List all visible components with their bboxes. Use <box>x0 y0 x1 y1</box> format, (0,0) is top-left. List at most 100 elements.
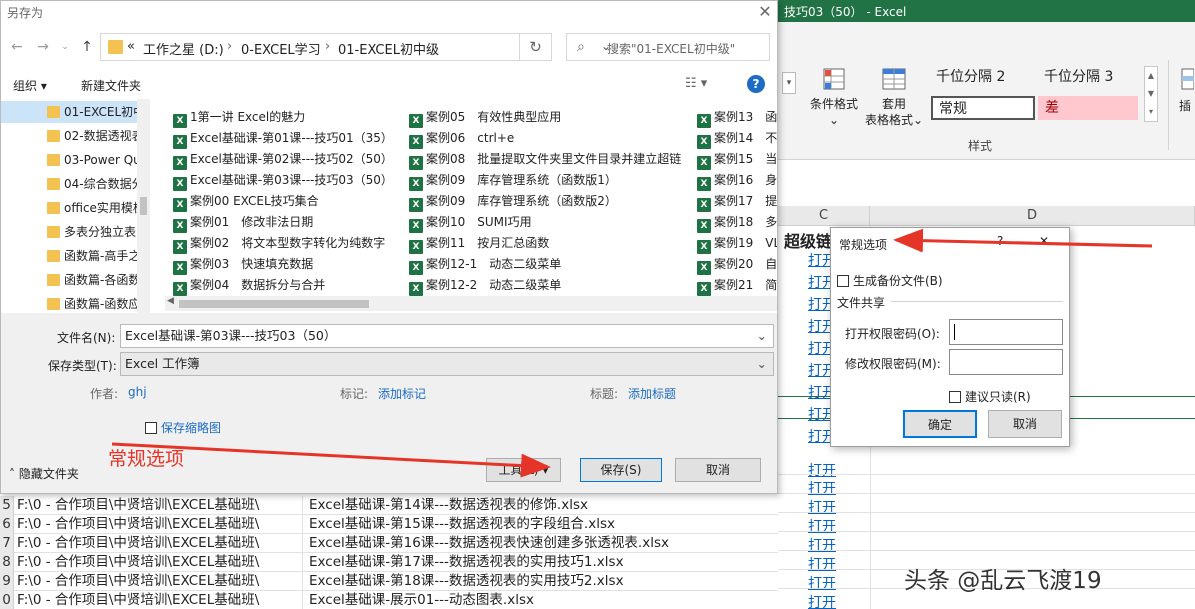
open-link[interactable]: 打开 <box>808 497 838 517</box>
list-item[interactable]: X 案例08 批量提取文件夹里文件目录并建立超链 <box>409 149 681 170</box>
list-item[interactable]: X案例21 简易 <box>697 275 777 296</box>
path-cell[interactable]: F:\0 - 合作项目\中贤培训\EXCEL基础班\ <box>17 553 303 572</box>
row-number[interactable]: 9 <box>0 572 14 591</box>
file-cell[interactable]: Excel基础课-展示01---动态图表.xlsx <box>309 591 779 609</box>
breadcrumb-prefix[interactable]: « <box>127 39 135 54</box>
list-item[interactable]: X 案例09 库存管理系统（函数版2） <box>409 191 617 212</box>
style-thousands-2[interactable]: 千位分隔 2 <box>930 66 1036 90</box>
thumbnail-checkbox[interactable]: 保存缩略图 <box>145 419 221 436</box>
open-link[interactable]: 打开 <box>808 516 838 536</box>
list-item[interactable]: X Excel基础课-第01课---技巧01（35） <box>173 128 393 149</box>
close-icon[interactable]: ✕ <box>755 2 775 22</box>
open-link[interactable]: 打开 <box>808 460 838 480</box>
file-cell[interactable]: Excel基础课-第15课---数据透视表的字段组合.xlsx <box>309 515 779 534</box>
list-item[interactable]: X案例19 VLO <box>697 233 777 254</box>
list-item[interactable]: X案例17 提取 <box>697 191 777 212</box>
ok-button[interactable]: 确定 <box>903 410 977 438</box>
style-bad[interactable]: 差 <box>1038 96 1138 120</box>
cancel-button[interactable]: 取消 <box>988 410 1062 438</box>
forward-arrow-icon[interactable]: → <box>33 37 53 57</box>
tree-item[interactable]: 03-Power Query <box>1 149 137 171</box>
chevron-down-icon[interactable]: ⌄ <box>757 325 767 347</box>
title-field[interactable]: 添加标题 <box>628 385 676 402</box>
list-item[interactable]: X 案例06 ctrl+e <box>409 128 514 149</box>
up-arrow-icon[interactable]: ↑ <box>77 37 97 57</box>
chevron-down-icon[interactable]: ⌄ <box>757 353 767 375</box>
open-link[interactable]: 打开 <box>808 535 838 555</box>
breadcrumb-drive[interactable]: 工作之星 (D:) <box>143 39 224 58</box>
table-format-button[interactable]: 套用 表格格式⌄ <box>864 66 924 128</box>
filename-input[interactable]: Excel基础课-第03课---技巧03（50） ⌄ <box>120 324 774 348</box>
file-cell[interactable]: Excel基础课-第17课---数据透视表的实用技巧1.xlsx <box>309 553 779 572</box>
path-cell[interactable]: F:\0 - 合作项目\中贤培训\EXCEL基础班\ <box>17 534 303 553</box>
backup-checkbox[interactable]: 生成备份文件(B) <box>837 272 943 289</box>
open-password-input[interactable] <box>949 319 1063 345</box>
breadcrumb-folder[interactable]: 0-EXCEL学习 <box>241 39 321 58</box>
row-number[interactable]: 6 <box>0 515 14 534</box>
hide-folders-toggle[interactable]: ˄ 隐藏文件夹 <box>9 465 79 482</box>
breadcrumb-current[interactable]: 01-EXCEL初中级 <box>338 39 439 58</box>
tree-item[interactable]: 函数篇-高手之路 <box>1 245 137 267</box>
list-item[interactable]: X 案例11 按月汇总函数 <box>409 233 549 254</box>
list-item[interactable]: X案例16 身份 <box>697 170 777 191</box>
row-number[interactable]: 0 <box>0 591 14 609</box>
list-item[interactable]: X 1第一讲 Excel的魅力 <box>173 107 305 128</box>
file-list-scrollbar[interactable]: ◀ <box>165 296 777 311</box>
recent-dropdown-icon[interactable]: ⌄ <box>55 37 75 57</box>
row-number[interactable]: 7 <box>0 534 14 553</box>
row-number[interactable]: 8 <box>0 553 14 572</box>
list-item[interactable]: X案例15 当月 <box>697 149 777 170</box>
tree-item[interactable]: 04-综合数据分析 <box>1 173 137 195</box>
number-format-dropdown[interactable]: ▾ <box>782 72 796 94</box>
help-icon[interactable]: ? <box>747 75 765 93</box>
tree-item[interactable]: office实用模板 <box>1 197 137 219</box>
list-item[interactable]: X 案例04 数据拆分与合并 <box>173 275 325 296</box>
column-header-c[interactable]: C <box>778 206 870 226</box>
list-item[interactable]: X 案例00 EXCEL技巧集合 <box>173 191 319 212</box>
organize-button[interactable]: 组织 ▾ <box>13 77 47 94</box>
close-icon[interactable]: ✕ <box>1039 234 1049 248</box>
open-link[interactable]: 打开 <box>808 554 838 574</box>
search-input[interactable]: ⌕ 搜索"01-EXCEL初中级" <box>566 33 770 61</box>
path-cell[interactable]: F:\0 - 合作项目\中贤培训\EXCEL基础班\ <box>17 591 303 609</box>
insert-button[interactable]: 插 <box>1176 66 1194 114</box>
address-bar[interactable]: « 工作之星 (D:) › 0-EXCEL学习 › 01-EXCEL初中级 ⌄ <box>100 33 611 61</box>
help-icon[interactable]: ? <box>997 234 1003 248</box>
back-arrow-icon[interactable]: ← <box>7 37 27 57</box>
readonly-checkbox[interactable]: 建议只读(R) <box>949 388 1031 405</box>
list-item[interactable]: X案例20 自动 <box>697 254 777 275</box>
tree-item[interactable]: 01-EXCEL初中级 <box>1 101 137 123</box>
tools-button[interactable]: 工具(L) ▾ <box>486 458 561 482</box>
open-link[interactable]: 打开 <box>808 573 838 593</box>
tree-scrollbar[interactable] <box>137 99 150 313</box>
open-link[interactable]: 打开 <box>808 592 838 609</box>
list-item[interactable]: X案例18 多维 <box>697 212 777 233</box>
cancel-button[interactable]: 取消 <box>675 458 761 482</box>
list-item[interactable]: X 案例10 SUMI巧用 <box>409 212 532 233</box>
list-item[interactable]: X案例14 不规 <box>697 128 777 149</box>
column-header-d[interactable]: D <box>870 206 1195 226</box>
list-item[interactable]: X案例13 函数 <box>697 107 777 128</box>
path-cell[interactable]: F:\0 - 合作项目\中贤培训\EXCEL基础班\ <box>17 515 303 534</box>
conditional-format-button[interactable]: 条件格式 ⌄ <box>806 66 862 128</box>
list-item[interactable]: X 案例12-2 动态二级菜单 <box>409 275 561 296</box>
refresh-icon[interactable]: ↻ <box>520 33 552 61</box>
file-cell[interactable]: Excel基础课-第16课---数据透视表快速创建多张透视表.xlsx <box>309 534 779 553</box>
file-cell[interactable]: Excel基础课-第14课---数据透视表的修饰.xlsx <box>309 496 779 515</box>
list-item[interactable]: X Excel基础课-第03课---技巧03（50） <box>173 170 393 191</box>
file-cell[interactable]: Excel基础课-第18课---数据透视表的实用技巧2.xlsx <box>309 572 779 591</box>
tree-item[interactable]: 02-数据透视表 <box>1 125 137 147</box>
tree-item[interactable]: 函数篇-函数应用 <box>1 293 137 313</box>
list-item[interactable]: X 案例05 有效性典型应用 <box>409 107 561 128</box>
style-normal[interactable]: 常规 <box>931 96 1035 120</box>
list-item[interactable]: X 案例02 将文本型数字转化为纯数字 <box>173 233 385 254</box>
path-cell[interactable]: F:\0 - 合作项目\中贤培训\EXCEL基础班\ <box>17 496 303 515</box>
filetype-select[interactable]: Excel 工作簿 ⌄ <box>120 352 774 376</box>
list-item[interactable]: X Excel基础课-第02课---技巧02（50） <box>173 149 393 170</box>
list-item[interactable]: X 案例09 库存管理系统（函数版1） <box>409 170 617 191</box>
scroll-left-icon[interactable]: ◀ <box>167 296 174 306</box>
styles-scroll[interactable]: ▲ ▼ ▾ <box>1144 66 1158 122</box>
save-button[interactable]: 保存(S) <box>580 458 662 482</box>
list-item[interactable]: X 案例01 修改非法日期 <box>173 212 313 233</box>
author-field[interactable]: ghj <box>128 385 147 399</box>
